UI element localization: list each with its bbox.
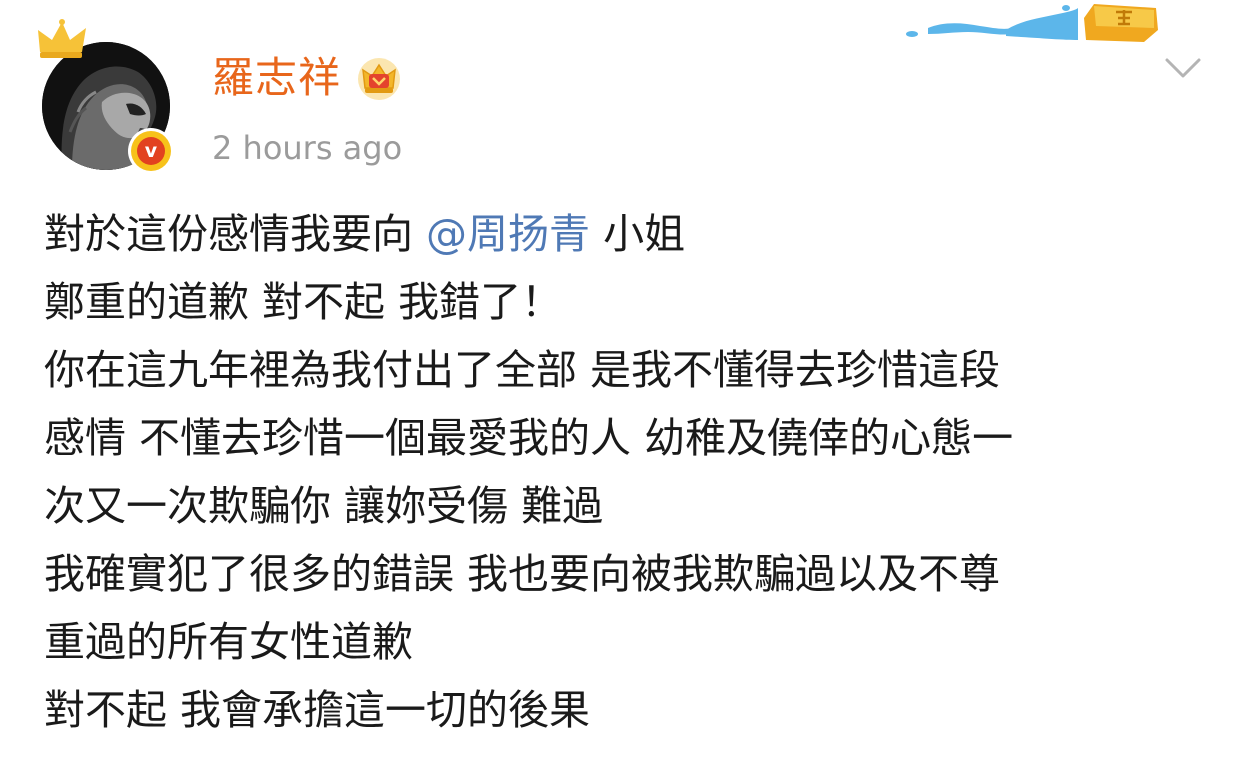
weibo-post: v 羅志祥 2 hours ago 對於這份感情我要向 @周扬青 小姐 鄭重的道… xyxy=(0,0,1242,762)
post-text-line: 我確實犯了很多的錯誤 我也要向被我欺騙過以及不尊 xyxy=(44,550,1001,598)
post-header: v 羅志祥 2 hours ago xyxy=(0,0,1242,190)
avatar-container[interactable]: v xyxy=(34,18,184,171)
vip-crown-icon[interactable] xyxy=(356,56,402,102)
crown-icon xyxy=(38,19,86,58)
username[interactable]: 羅志祥 xyxy=(212,52,341,104)
post-text-line: 鄭重的道歉 對不起 我錯了！ xyxy=(44,278,563,326)
post-text-line: 重過的所有女性道歉 xyxy=(44,618,413,666)
post-text-line: 感情 不懂去珍惜一個最愛我的人 幼稚及僥倖的心態一 xyxy=(44,414,1014,462)
chevron-down-icon[interactable] xyxy=(1164,56,1202,82)
post-text-line: 你在這九年裡為我付出了全部 是我不懂得去珍惜這段 xyxy=(44,346,1001,394)
post-text-segment: 對於這份感情我要向 xyxy=(44,210,427,258)
verified-badge-letter: v xyxy=(137,137,165,165)
post-body: 對於這份感情我要向 @周扬青 小姐 鄭重的道歉 對不起 我錯了！ 你在這九年裡為… xyxy=(44,200,1214,744)
post-text-line: 對於這份感情我要向 @周扬青 小姐 xyxy=(44,200,1214,268)
post-text-segment: 小姐 xyxy=(590,210,686,258)
post-text-line: 對不起 我會承擔這一切的後果 xyxy=(44,686,591,734)
coin-icon xyxy=(1084,4,1158,42)
post-text-line: 次又一次欺騙你 讓妳受傷 難過 xyxy=(44,482,604,530)
sea-wave-decoration xyxy=(906,5,1078,40)
post-timestamp: 2 hours ago xyxy=(212,129,403,167)
verified-badge: v xyxy=(131,131,171,171)
user-mention-link[interactable]: @周扬青 xyxy=(426,210,590,258)
